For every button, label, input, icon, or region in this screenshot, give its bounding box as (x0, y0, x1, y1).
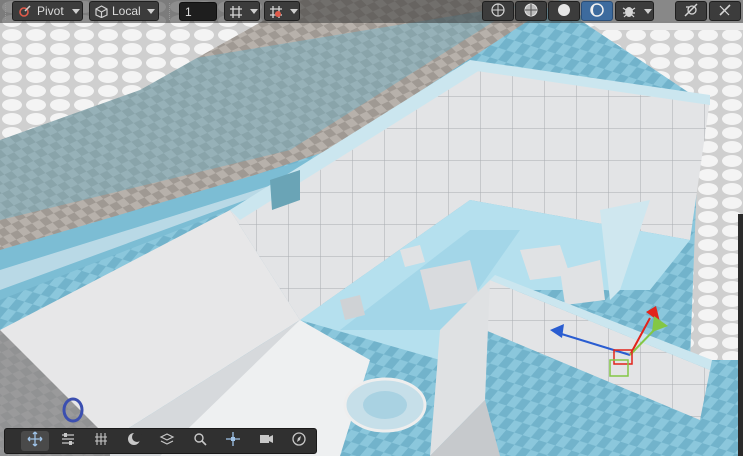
local-dropdown[interactable]: Local (89, 1, 159, 21)
pivot-dropdown[interactable]: Pivot (12, 1, 83, 21)
shading-shaded-wireframe-button[interactable] (515, 1, 547, 21)
compass-tool-icon (291, 431, 307, 452)
shading-wireframe-button[interactable] (482, 1, 514, 21)
tools-button[interactable] (709, 1, 741, 21)
snap-increment-icon (269, 5, 283, 19)
moon-tool-icon (126, 431, 142, 452)
moon-tool-button[interactable] (120, 431, 148, 451)
scene-viewport[interactable] (0, 0, 743, 456)
tools-pick-icon (718, 3, 732, 20)
chevron-down-icon (147, 9, 155, 14)
local-label: Local (112, 4, 141, 18)
local-cube-icon (95, 5, 108, 19)
chevron-down-icon (72, 9, 80, 14)
grid-snap-button[interactable] (224, 1, 260, 21)
compass-tool-button[interactable] (285, 431, 313, 451)
wireframe-sphere-icon (491, 2, 505, 20)
scene-toolbar: Pivot Local 1 (0, 0, 743, 23)
adjust-tool-button[interactable] (54, 431, 82, 451)
chevron-down-icon (250, 9, 258, 14)
shaded-sphere-icon (557, 3, 571, 20)
camera-tool-button[interactable] (252, 431, 280, 451)
shading-unlit-button[interactable] (581, 1, 613, 21)
layers-tool-icon (159, 431, 175, 452)
gizmos-button[interactable] (615, 1, 654, 21)
search-tool-icon (192, 431, 208, 452)
pivot-label: Pivot (37, 4, 64, 18)
overlay-toolbar (4, 428, 317, 454)
toolbar-grip[interactable] (169, 3, 172, 20)
scene-visibility-button[interactable] (675, 1, 707, 21)
chevron-down-icon (290, 9, 298, 14)
move-tool-button[interactable] (21, 431, 49, 451)
transform-tool-icon (225, 431, 241, 452)
pivot-icon (19, 5, 31, 17)
transform-tool-button[interactable] (219, 431, 247, 451)
snap-increment-button[interactable] (264, 1, 300, 21)
grid-tool-icon (93, 431, 109, 452)
shading-shaded-button[interactable] (548, 1, 580, 21)
camera-tool-icon (258, 431, 274, 452)
scrollbar[interactable] (738, 214, 743, 456)
move-tool-icon (27, 431, 43, 452)
grid-tool-button[interactable] (87, 431, 115, 451)
chevron-down-icon (644, 9, 652, 14)
scene-visibility-off-icon (684, 2, 698, 20)
grid-snap-icon (229, 5, 243, 19)
unlit-sphere-icon (590, 2, 604, 20)
grid-size-field[interactable]: 1 (179, 2, 217, 21)
gizmo-bug-icon (622, 4, 636, 18)
search-tool-button[interactable] (186, 431, 214, 451)
toolbar-grip[interactable] (5, 3, 8, 20)
layers-tool-button[interactable] (153, 431, 181, 451)
adjust-tool-icon (60, 431, 76, 452)
shaded-wireframe-sphere-icon (524, 3, 538, 20)
